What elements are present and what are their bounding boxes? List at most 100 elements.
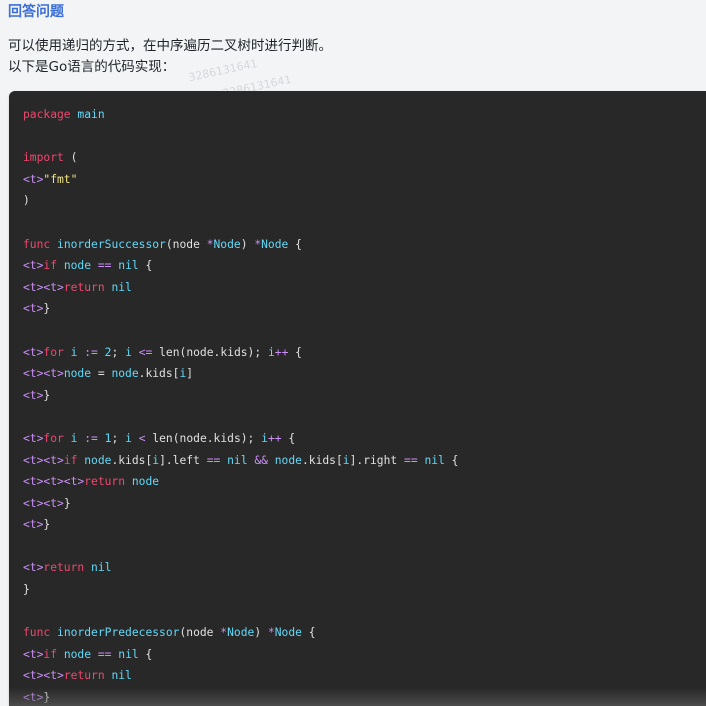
code-token: } xyxy=(43,518,51,532)
code-token: { xyxy=(444,453,459,467)
code-token: ++ xyxy=(274,345,289,359)
code-line: <t><t>node = node.kids[i] xyxy=(23,363,458,385)
scroll-fade xyxy=(9,688,706,706)
code-token: := xyxy=(84,345,98,359)
code-token: import xyxy=(23,151,64,165)
code-token: i xyxy=(125,345,132,359)
code-token: for xyxy=(43,431,64,445)
code-token: nil xyxy=(111,280,132,294)
code-token: <t><t> xyxy=(23,669,64,683)
code-token: ; xyxy=(111,345,126,359)
code-token: <t><t> xyxy=(23,280,64,294)
code-token: i xyxy=(125,431,132,445)
code-line: <t><t>return nil xyxy=(23,665,458,687)
code-token: ) xyxy=(240,237,255,251)
code-token: <= xyxy=(138,345,153,359)
code-token: ) xyxy=(254,626,268,640)
code-token: return xyxy=(43,561,85,575)
code-token: { xyxy=(281,431,296,445)
code-token: == xyxy=(97,647,112,661)
code-token: <t> xyxy=(23,172,44,186)
code-token: i xyxy=(261,431,268,445)
code-token: { xyxy=(288,345,302,359)
code-token: < xyxy=(138,431,146,445)
code-token: ; xyxy=(111,431,126,445)
code-token: return xyxy=(63,669,105,683)
code-token: node xyxy=(274,453,302,467)
code-token: inorderSuccessor xyxy=(57,237,166,251)
code-token: node xyxy=(63,647,92,661)
code-token: node xyxy=(63,259,92,273)
code-token: && xyxy=(254,453,268,467)
code-token: .kids[ xyxy=(138,367,180,381)
code-line: <t><t>if node.kids[i].left == nil && nod… xyxy=(23,450,458,472)
code-token: Node xyxy=(274,626,302,640)
code-token: nil xyxy=(91,561,112,575)
code-token: <t> xyxy=(23,647,44,661)
code-token: func xyxy=(23,237,51,251)
code-token: * xyxy=(267,626,275,640)
code-token: ++ xyxy=(267,431,282,445)
code-token: (node xyxy=(165,237,207,251)
code-line: <t><t>} xyxy=(23,493,458,515)
code-token: Node xyxy=(261,237,289,251)
code-token: node xyxy=(131,475,160,489)
code-token: := xyxy=(84,431,98,445)
code-line: <t><t>return nil xyxy=(23,277,458,299)
code-token: } xyxy=(43,302,51,316)
code-token: nil xyxy=(111,669,132,683)
code-token: nil xyxy=(118,259,139,273)
code-token: i xyxy=(267,345,275,359)
code-token: = xyxy=(91,367,112,381)
code-line: func inorderSuccessor(node *Node) *Node … xyxy=(23,234,458,256)
code-line: <t>} xyxy=(23,385,458,407)
code-token: <t> xyxy=(23,259,44,273)
code-token: ) xyxy=(23,194,30,208)
code-token: == xyxy=(97,259,112,273)
code-token: (node xyxy=(179,626,221,640)
code-token: { xyxy=(138,259,153,273)
code-line: <t>} xyxy=(23,298,458,320)
code-token: <t><t> xyxy=(23,453,64,467)
code-token: nil xyxy=(424,453,445,467)
code-token: "fmt" xyxy=(43,172,78,186)
code-token: } xyxy=(23,583,30,597)
code-token: == xyxy=(404,453,418,467)
code-token: for xyxy=(43,345,64,359)
code-token: <t> xyxy=(23,345,44,359)
code-line: <t>if node == nil { xyxy=(23,255,458,277)
code-token: Node xyxy=(213,237,241,251)
code-line: <t>if node == nil { xyxy=(23,644,458,666)
code-token: .kids[ xyxy=(111,453,153,467)
code-token: node xyxy=(63,367,92,381)
code-token: len(node.kids); xyxy=(152,345,268,359)
code-line: } xyxy=(23,579,458,601)
intro-text: 可以使用递归的方式，在中序遍历二叉树时进行判断。 xyxy=(8,38,332,54)
code-token: return xyxy=(84,475,126,489)
code-token: node xyxy=(111,367,139,381)
code-line: <t>return nil xyxy=(23,557,458,579)
code-line: <t><t><t>return node xyxy=(23,471,458,493)
code-line: package main xyxy=(23,104,458,126)
code-content: package main import (<t>"fmt") func inor… xyxy=(23,104,458,706)
code-token: ( xyxy=(63,151,78,165)
code-token: inorderPredecessor xyxy=(57,626,180,640)
code-token: return xyxy=(63,280,105,294)
code-line: <t>"fmt" xyxy=(23,169,458,191)
answer-heading: 回答问题 xyxy=(8,4,64,20)
code-block: package main import (<t>"fmt") func inor… xyxy=(9,91,706,706)
